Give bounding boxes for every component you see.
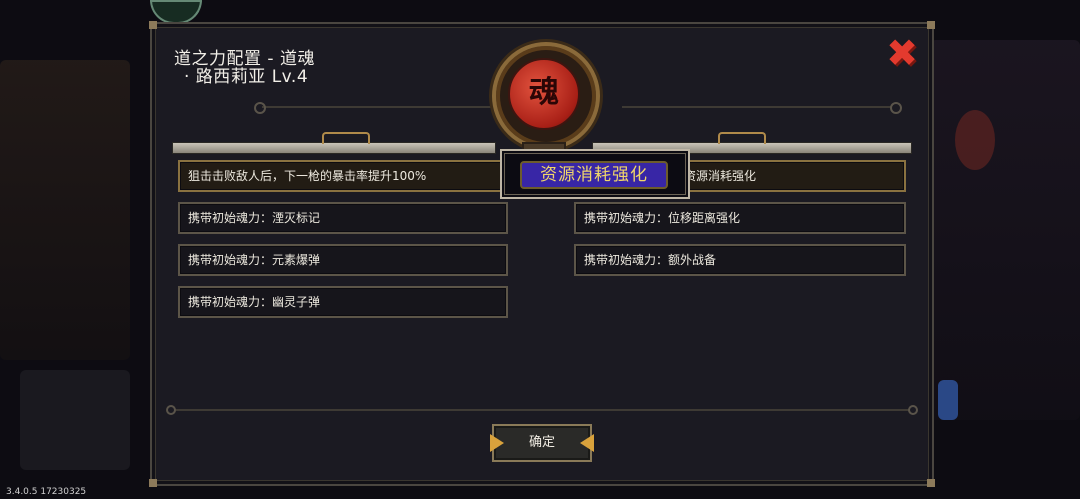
background-scene-right [930, 40, 1080, 420]
divider-cap [166, 405, 176, 415]
confirm-button[interactable]: 确定 [490, 424, 594, 462]
dialog-corner [927, 21, 935, 29]
dialog-corner [927, 479, 935, 487]
version-label: 3.4.0.5 17230325 [6, 487, 87, 497]
close-button[interactable]: ✖ [886, 34, 918, 72]
ornament-dot [890, 102, 902, 114]
dialog-title-line2: · 路西莉亚 Lv.4 [184, 67, 309, 87]
bottom-divider [166, 405, 918, 415]
medallion-core: 魂 [508, 58, 580, 130]
rail-clip [322, 132, 370, 144]
left-option-row-3[interactable]: 携带初始魂力：元素爆弹 [178, 244, 508, 276]
ornament-line-left [262, 106, 492, 108]
dialog-corner [149, 479, 157, 487]
arrow-right-icon [580, 434, 594, 452]
left-option-row-4[interactable]: 携带初始魂力：幽灵子弹 [178, 286, 508, 318]
confirm-label: 确定 [528, 435, 555, 450]
soul-config-dialog: 道之力配置 - 道魂 · 路西莉亚 Lv.4 ✖ 魂 狙击击败敌人后，下一枪的暴… [149, 21, 935, 487]
left-option-row-2[interactable]: 携带初始魂力：湮灭标记 [178, 202, 508, 234]
close-icon: ✖ [886, 31, 918, 75]
ornament-line-right [622, 106, 892, 108]
left-option-row-1[interactable]: 狙击击败敌人后，下一枪的暴击率提升100% [178, 160, 508, 192]
option-tooltip: 资源消耗强化 [500, 149, 690, 199]
soul-medallion-icon: 魂 [492, 42, 600, 150]
background-item-red [955, 110, 995, 170]
background-scene-left [0, 60, 130, 360]
background-item-blue [938, 380, 958, 420]
background-item-left [20, 370, 130, 470]
dialog-title-line1: 道之力配置 - 道魂 [174, 49, 315, 69]
tooltip-label: 资源消耗强化 [520, 161, 668, 189]
background-hud-badge [150, 0, 202, 24]
right-option-row-2[interactable]: 携带初始魂力：位移距离强化 [574, 202, 906, 234]
dialog-title: 道之力配置 - 道魂 · 路西莉亚 Lv.4 [174, 50, 404, 86]
right-option-row-3[interactable]: 携带初始魂力：额外战备 [574, 244, 906, 276]
rail-clip [718, 132, 766, 144]
divider-cap [908, 405, 918, 415]
arrow-left-icon [490, 434, 504, 452]
ornament-dot [254, 102, 266, 114]
soul-glyph-icon: 魂 [529, 75, 559, 110]
dialog-corner [149, 21, 157, 29]
